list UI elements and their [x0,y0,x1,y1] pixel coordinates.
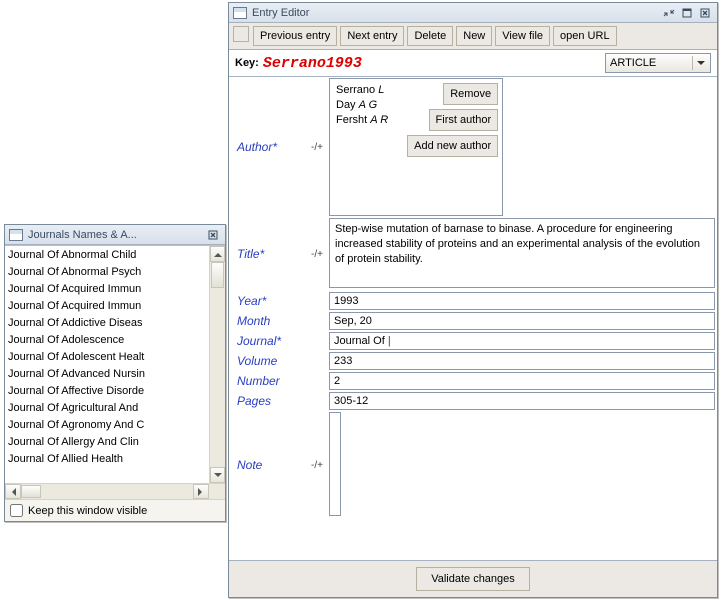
scroll-corner [209,484,225,499]
volume-spacer [305,351,329,371]
previous-entry-button[interactable]: Previous entry [253,26,337,46]
month-field[interactable] [329,312,715,330]
pages-spacer [305,391,329,411]
journals-list[interactable]: Journal Of Abnormal ChildJournal Of Abno… [5,246,209,483]
scroll-right-button[interactable] [193,484,209,499]
journal-spacer [305,331,329,351]
add-author-button[interactable]: Add new author [407,135,498,157]
editor-title: Entry Editor [252,7,661,19]
year-label: Year* [229,291,305,311]
hscroll-thumb[interactable] [21,485,41,498]
author-row[interactable]: Day A G [336,98,388,113]
list-item[interactable]: Journal Of Abnormal Psych [8,264,209,281]
maximize-icon[interactable] [679,6,695,20]
view-file-button[interactable]: View file [495,26,550,46]
keep-visible-checkbox[interactable] [10,504,23,517]
journals-window: Journals Names & A... Journal Of Abnorma… [4,224,226,522]
author-row[interactable]: Fersht A R [336,113,388,128]
author-list[interactable]: Serrano LDay A GFersht A R [330,79,394,215]
hscroll-track[interactable] [21,484,193,499]
number-spacer [305,371,329,391]
remove-author-button[interactable]: Remove [443,83,498,105]
list-item[interactable]: Journal Of Agricultural And [8,400,209,417]
list-item[interactable]: Journal Of Agronomy And C [8,417,209,434]
list-item[interactable]: Journal Of Allied Health [8,451,209,468]
list-item[interactable]: Journal Of Adolescent Healt [8,349,209,366]
list-item[interactable]: Journal Of Affective Disorde [8,383,209,400]
validate-button[interactable]: Validate changes [416,567,530,591]
toolbar-spacer [233,26,249,42]
list-item[interactable]: Journal Of Abnormal Child [8,247,209,264]
list-item[interactable]: Journal Of Adolescence [8,332,209,349]
list-item[interactable]: Journal Of Addictive Diseas [8,315,209,332]
note-field[interactable] [329,412,341,516]
new-button[interactable]: New [456,26,492,46]
entry-type-select[interactable]: ARTICLE [605,53,711,73]
number-label: Number [229,371,305,391]
journals-title: Journals Names & A... [28,229,205,241]
entry-type-value: ARTICLE [610,57,656,69]
key-value[interactable]: Serrano1993 [263,55,605,72]
keep-visible-label: Keep this window visible [28,505,147,517]
list-item[interactable]: Journal Of Acquired Immun [8,281,209,298]
journal-field[interactable]: Journal Of [329,332,715,350]
year-spacer [305,291,329,311]
title-toggle[interactable]: -/+ [305,217,329,291]
volume-label: Volume [229,351,305,371]
bottom-bar: Validate changes [229,560,717,597]
scroll-up-button[interactable] [210,246,225,262]
list-item[interactable]: Journal Of Acquired Immun [8,298,209,315]
close-icon[interactable] [697,6,713,20]
note-toggle[interactable]: -/+ [305,411,329,519]
month-label: Month [229,311,305,331]
horizontal-scrollbar[interactable] [5,483,225,499]
scroll-left-button[interactable] [5,484,21,499]
editor-titlebar[interactable]: Entry Editor [229,3,717,23]
list-item[interactable]: Journal Of Advanced Nursin [8,366,209,383]
first-author-button[interactable]: First author [429,109,499,131]
list-item[interactable]: Journal Of Allergy And Clin [8,434,209,451]
month-spacer [305,311,329,331]
year-field[interactable] [329,292,715,310]
volume-field[interactable] [329,352,715,370]
journals-titlebar[interactable]: Journals Names & A... [5,225,225,245]
scroll-track[interactable] [210,262,225,467]
scroll-thumb[interactable] [211,262,224,288]
window-icon [233,7,247,19]
window-icon [9,229,23,241]
key-row: Key: Serrano1993 ARTICLE [229,50,717,77]
restore-icon[interactable] [661,6,677,20]
number-field[interactable] [329,372,715,390]
author-row[interactable]: Serrano L [336,83,388,98]
delete-button[interactable]: Delete [407,26,453,46]
author-toggle[interactable]: -/+ [305,77,329,217]
chevron-down-icon [692,56,708,70]
title-label: Title* [229,217,305,291]
close-icon[interactable] [205,228,221,242]
pages-label: Pages [229,391,305,411]
journal-label: Journal* [229,331,305,351]
editor-toolbar: Previous entry Next entry Delete New Vie… [229,23,717,50]
next-entry-button[interactable]: Next entry [340,26,404,46]
author-label: Author* [229,77,305,217]
keep-visible-row: Keep this window visible [5,499,225,521]
entry-editor-window: Entry Editor Previous entry Next entry D… [228,2,718,598]
note-label: Note [229,411,305,519]
key-label: Key: [235,57,259,69]
open-url-button[interactable]: open URL [553,26,617,46]
vertical-scrollbar[interactable] [209,246,225,483]
title-field[interactable]: Step-wise mutation of barnase to binase.… [329,218,715,288]
pages-field[interactable] [329,392,715,410]
scroll-down-button[interactable] [210,467,225,483]
author-box: Serrano LDay A GFersht A R Remove First … [329,78,503,216]
